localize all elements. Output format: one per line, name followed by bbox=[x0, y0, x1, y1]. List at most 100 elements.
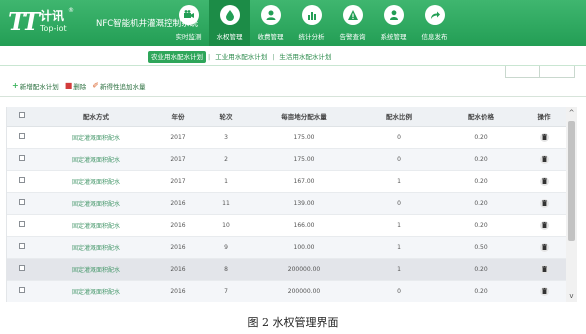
brand-logo: TT 计讯 ® Top-iot bbox=[8, 7, 92, 39]
cell-price: 0.20 bbox=[441, 126, 521, 149]
cell-year: 2016 bbox=[155, 192, 201, 215]
cell-price: 0.20 bbox=[441, 170, 521, 193]
delete-button[interactable]: ■ 删除 bbox=[65, 81, 87, 91]
table-row[interactable]: 固定灌溉面积配水 2016 7 200000.00 0 0.20 bbox=[7, 280, 566, 302]
append-water-button[interactable]: ✐ 新得性追加水量 bbox=[92, 81, 145, 91]
col-header-price[interactable]: 配水价格 bbox=[441, 107, 521, 127]
cell-amount: 175.00 bbox=[251, 148, 357, 171]
header-right-boxes bbox=[505, 66, 575, 78]
cell-amount: 175.00 bbox=[251, 126, 357, 149]
row-select-cell[interactable] bbox=[7, 214, 37, 237]
row-checkbox[interactable] bbox=[19, 243, 25, 249]
scroll-thumb[interactable] bbox=[568, 121, 575, 241]
table-row[interactable]: 固定灌溉面积配水 2016 8 200000.00 1 0.20 bbox=[7, 258, 566, 281]
add-plan-label: 新增配水计划 bbox=[19, 83, 59, 91]
camera-icon bbox=[179, 5, 199, 25]
cell-round: 2 bbox=[201, 148, 251, 171]
col-header-round[interactable]: 轮次 bbox=[201, 107, 251, 127]
row-select-cell[interactable] bbox=[7, 148, 37, 171]
nav-item-fee-management[interactable]: 收费管理 bbox=[250, 0, 291, 46]
row-checkbox[interactable] bbox=[19, 221, 25, 227]
table-row[interactable]: 固定灌溉面积配水 2017 1 167.00 1 0.20 bbox=[7, 170, 566, 193]
cell-method[interactable]: 固定灌溉面积配水 bbox=[37, 126, 155, 149]
cell-year: 2017 bbox=[155, 148, 201, 171]
col-header-method[interactable]: 配水方式 bbox=[37, 107, 155, 127]
bar-chart-icon bbox=[302, 5, 322, 25]
row-checkbox[interactable] bbox=[19, 155, 25, 161]
share-icon bbox=[425, 5, 445, 25]
row-actions-cell bbox=[521, 192, 566, 215]
col-header-amount[interactable]: 每亩地分配水量 bbox=[251, 107, 357, 127]
trash-icon[interactable] bbox=[539, 154, 549, 164]
nav-item-info-publish[interactable]: 信息发布 bbox=[414, 0, 455, 46]
table-row[interactable]: 固定灌溉面积配水 2016 11 139.00 0 0.20 bbox=[7, 192, 566, 215]
col-header-ratio[interactable]: 配水比例 bbox=[357, 107, 441, 127]
trash-icon[interactable] bbox=[539, 220, 549, 230]
cell-method[interactable]: 固定灌溉面积配水 bbox=[37, 280, 155, 302]
col-header-year[interactable]: 年份 bbox=[155, 107, 201, 127]
row-checkbox[interactable] bbox=[19, 199, 25, 205]
tab-agricultural-plan[interactable]: 农业用水配水计划 bbox=[148, 51, 206, 63]
cell-method[interactable]: 固定灌溉面积配水 bbox=[37, 214, 155, 237]
cell-method[interactable]: 固定灌溉面积配水 bbox=[37, 236, 155, 259]
trash-icon[interactable] bbox=[539, 286, 549, 296]
table-row[interactable]: 固定灌溉面积配水 2016 10 166.00 1 0.20 bbox=[7, 214, 566, 237]
row-checkbox[interactable] bbox=[19, 287, 25, 293]
row-checkbox[interactable] bbox=[19, 265, 25, 271]
cell-method[interactable]: 固定灌溉面积配水 bbox=[37, 148, 155, 171]
warning-icon bbox=[343, 5, 363, 25]
cell-ratio: 1 bbox=[357, 214, 441, 237]
cell-price: 0.20 bbox=[441, 214, 521, 237]
table-row[interactable]: 固定灌溉面积配水 2017 3 175.00 0 0.20 bbox=[7, 126, 566, 149]
nav-item-system-management[interactable]: 系统管理 bbox=[373, 0, 414, 46]
nav-item-realtime-monitor[interactable]: 实时监测 bbox=[168, 0, 209, 46]
row-select-cell[interactable] bbox=[7, 236, 37, 259]
trash-icon[interactable] bbox=[539, 198, 549, 208]
tab-industrial-plan[interactable]: 工业用水配水计划 bbox=[212, 51, 270, 63]
row-actions-cell bbox=[521, 258, 566, 281]
trash-icon[interactable] bbox=[539, 264, 549, 274]
row-select-cell[interactable] bbox=[7, 258, 37, 281]
cell-ratio: 1 bbox=[357, 258, 441, 281]
nav-label: 信息发布 bbox=[421, 33, 448, 41]
scroll-up-arrow[interactable]: ^ bbox=[566, 109, 577, 117]
trash-icon[interactable] bbox=[539, 132, 549, 142]
scroll-down-arrow[interactable]: v bbox=[566, 292, 577, 300]
user-icon bbox=[384, 5, 404, 25]
table-scrollbar[interactable]: ^ v bbox=[566, 107, 577, 302]
cell-ratio: 0 bbox=[357, 280, 441, 302]
select-all-cell[interactable] bbox=[7, 107, 37, 127]
plan-type-tabs: 农业用水配水计划 | 工业用水配水计划 | 生活用水配水计划 bbox=[148, 51, 334, 63]
logo-mark: TT bbox=[8, 7, 40, 36]
cell-round: 9 bbox=[201, 236, 251, 259]
add-plan-button[interactable]: + 新增配水计划 bbox=[12, 81, 59, 91]
cell-year: 2017 bbox=[155, 170, 201, 193]
row-checkbox[interactable] bbox=[19, 177, 25, 183]
nav-item-alarm-query[interactable]: 告警查询 bbox=[332, 0, 373, 46]
cell-amount: 166.00 bbox=[251, 214, 357, 237]
cell-round: 7 bbox=[201, 280, 251, 302]
nav-item-water-rights[interactable]: 水权管理 bbox=[209, 0, 250, 46]
cell-year: 2016 bbox=[155, 280, 201, 302]
trash-icon[interactable] bbox=[539, 242, 549, 252]
cell-method[interactable]: 固定灌溉面积配水 bbox=[37, 192, 155, 215]
nav-label: 收费管理 bbox=[257, 33, 284, 41]
row-select-cell[interactable] bbox=[7, 192, 37, 215]
select-all-checkbox[interactable] bbox=[19, 112, 25, 119]
append-water-label: 新得性追加水量 bbox=[99, 83, 146, 91]
nav-item-statistics[interactable]: 统计分析 bbox=[291, 0, 332, 46]
tab-domestic-plan[interactable]: 生活用水配水计划 bbox=[276, 51, 334, 63]
cell-round: 1 bbox=[201, 170, 251, 193]
trash-icon[interactable] bbox=[539, 176, 549, 186]
table-row[interactable]: 固定灌溉面积配水 2017 2 175.00 0 0.20 bbox=[7, 148, 566, 171]
row-select-cell[interactable] bbox=[7, 170, 37, 193]
cell-price: 0.20 bbox=[441, 192, 521, 215]
cell-method[interactable]: 固定灌溉面积配水 bbox=[37, 258, 155, 281]
row-select-cell[interactable] bbox=[7, 126, 37, 149]
nav-label: 实时监测 bbox=[175, 33, 202, 41]
row-select-cell[interactable] bbox=[7, 280, 37, 302]
table-row[interactable]: 固定灌溉面积配水 2016 9 100.00 1 0.50 bbox=[7, 236, 566, 259]
cell-price: 0.20 bbox=[441, 258, 521, 281]
row-checkbox[interactable] bbox=[19, 133, 25, 139]
cell-method[interactable]: 固定灌溉面积配水 bbox=[37, 170, 155, 193]
